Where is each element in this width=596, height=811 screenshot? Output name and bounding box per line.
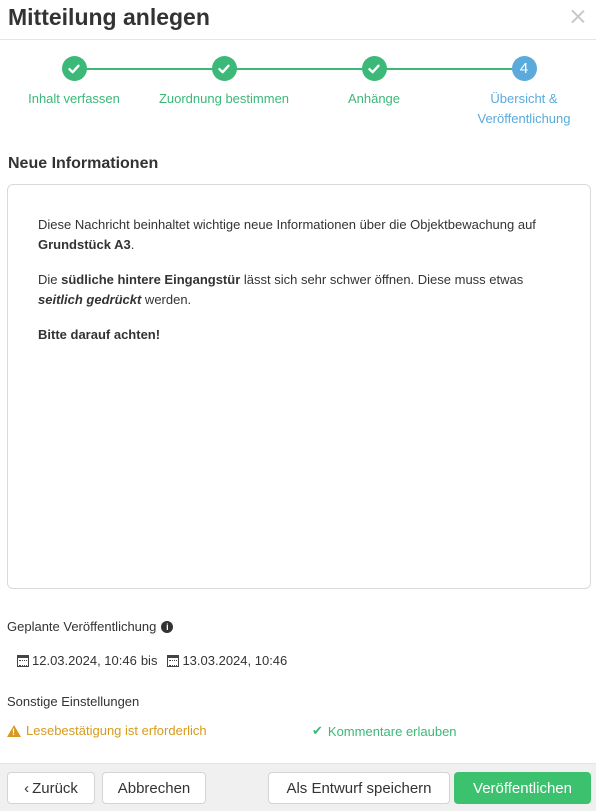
- check-icon: [61, 56, 87, 81]
- message-paragraph: Diese Nachricht beinhaltet wichtige neue…: [38, 217, 536, 252]
- back-button[interactable]: ‹ Zurück: [7, 772, 95, 804]
- section-title: Neue Informationen: [8, 155, 159, 172]
- other-settings-label: Sonstige Einstellungen: [7, 694, 140, 709]
- check-icon: ✔: [312, 723, 323, 738]
- step-overview[interactable]: 4 Übersicht & Veröffentlichung: [459, 56, 589, 129]
- dialog-title: Mitteilung anlegen: [8, 4, 210, 30]
- date-separator: bis: [140, 653, 158, 668]
- publication-start: 12.03.2024, 10:46: [17, 653, 137, 668]
- cancel-button[interactable]: Abbrechen: [102, 772, 206, 804]
- close-icon[interactable]: [568, 7, 588, 27]
- step-label: Anhänge: [347, 91, 401, 106]
- wizard-stepper: Inhalt verfassen Zuordnung bestimmen Anh…: [0, 40, 596, 140]
- step-number: 4: [511, 56, 537, 81]
- read-receipt-setting: ! Lesebestätigung ist erforderlich: [7, 723, 207, 738]
- step-label: Übersicht & Veröffentlichung: [477, 91, 571, 126]
- dialog-footer: ‹ Zurück Abbrechen Als Entwurf speichern…: [0, 763, 596, 811]
- comments-setting: ✔ Kommentare erlauben: [312, 723, 457, 739]
- chevron-left-icon: ‹: [24, 779, 30, 797]
- calendar-icon: [167, 654, 180, 667]
- calendar-icon: [17, 654, 29, 667]
- message-paragraph: Bitte darauf achten!: [38, 327, 161, 342]
- save-draft-button[interactable]: Als Entwurf speichern: [268, 772, 450, 804]
- planned-publication-label: Geplante Veröffentlichung i: [7, 619, 174, 634]
- info-circle-icon[interactable]: i: [161, 620, 174, 633]
- warning-icon: !: [7, 724, 21, 737]
- message-preview: Diese Nachricht beinhaltet wichtige neue…: [7, 184, 591, 589]
- check-icon: [361, 56, 387, 81]
- step-attachments[interactable]: Anhänge: [284, 56, 464, 109]
- publication-dates: 12.03.2024, 10:46 bis 13.03.2024, 10:46: [17, 653, 287, 668]
- message-paragraph: Die südliche hintere Eingangstür lässt s…: [38, 272, 524, 307]
- publication-end: 13.03.2024, 10:46: [167, 653, 287, 668]
- dialog-header: Mitteilung anlegen: [0, 0, 596, 40]
- publish-button[interactable]: Veröffentlichen: [454, 772, 591, 804]
- check-icon: [211, 56, 237, 81]
